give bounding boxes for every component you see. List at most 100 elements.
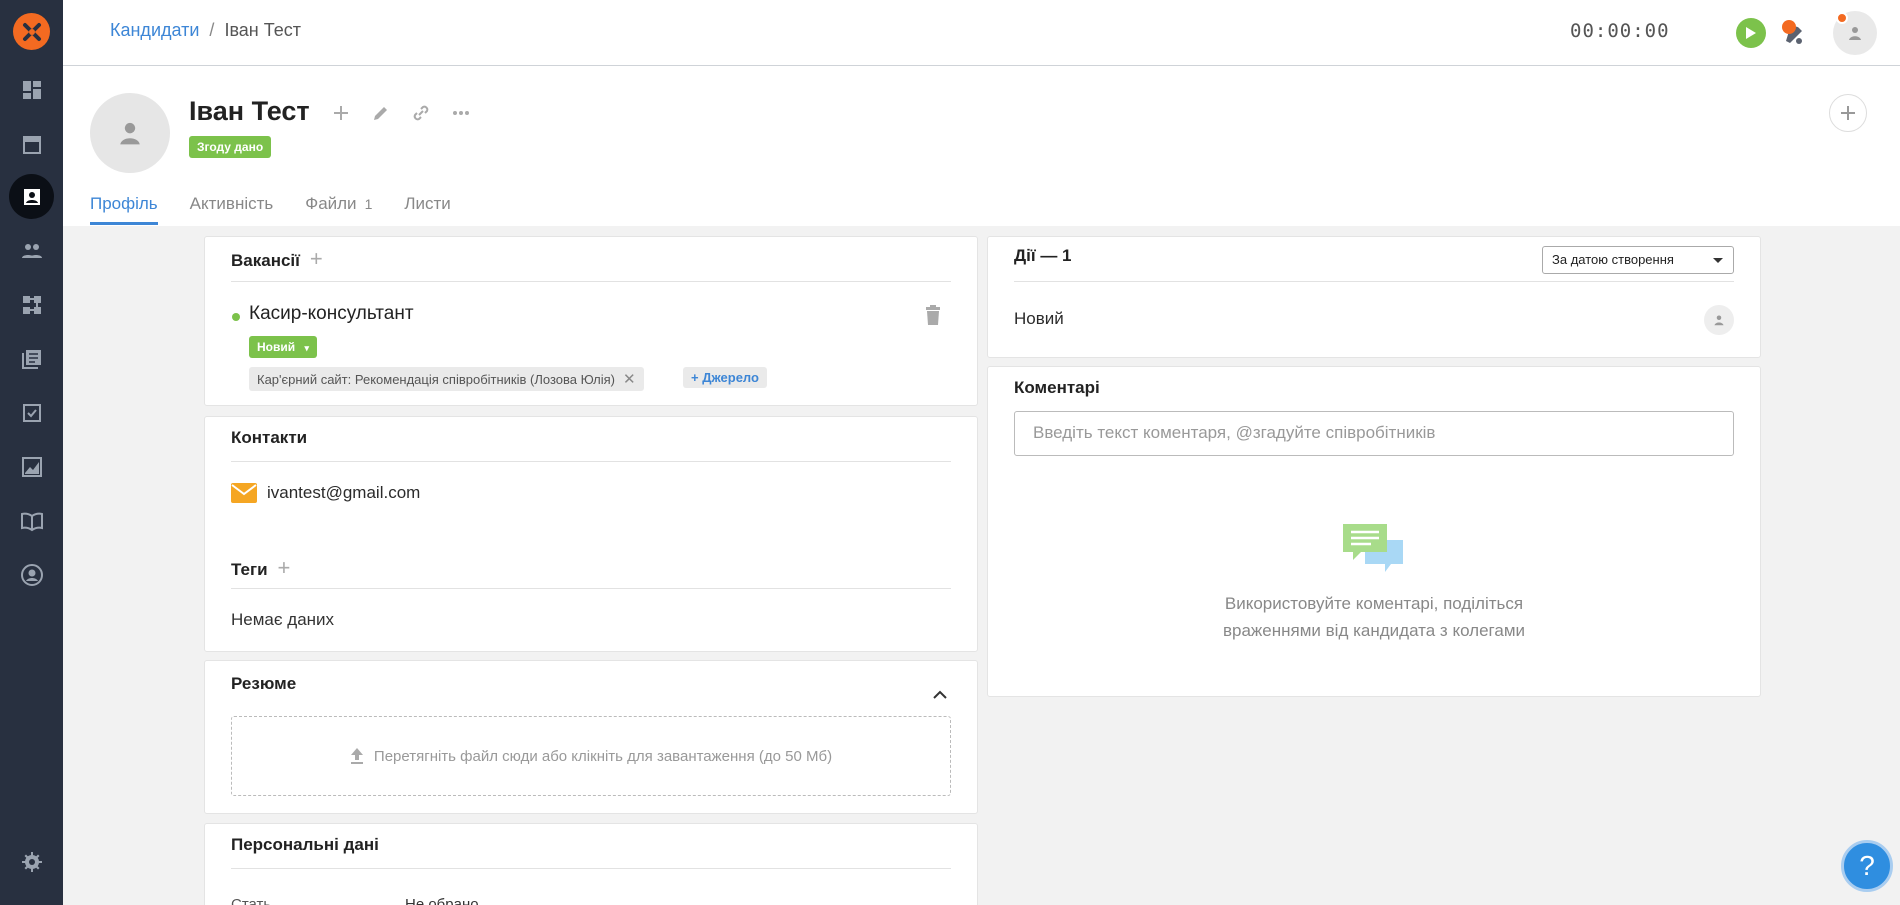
divider — [1014, 281, 1734, 282]
files-count: 1 — [364, 196, 373, 212]
tasks-icon[interactable] — [9, 390, 54, 435]
vacancies-title: Вакансії + — [231, 246, 323, 272]
calendar-icon[interactable] — [9, 121, 54, 166]
person-icon — [1849, 27, 1861, 40]
upload-hint: Перетягніть файл сюди або клікніть для з… — [373, 747, 833, 765]
divider — [231, 588, 951, 589]
pipeline-icon[interactable] — [9, 282, 54, 327]
divider — [231, 461, 951, 462]
candidate-actions — [330, 102, 472, 124]
tags-empty: Немає даних — [231, 610, 335, 629]
add-source-label: Джерело — [702, 370, 759, 385]
plus-icon — [1841, 106, 1855, 120]
candidate-name: Іван Тест — [189, 96, 310, 126]
add-icon[interactable] — [330, 102, 352, 124]
timer-play-button[interactable] — [1736, 18, 1766, 48]
empty-line-1: Використовуйте коментарі, поділіться — [1224, 594, 1524, 613]
vacancy-status-dropdown[interactable]: Новий ▾ — [249, 336, 318, 358]
tags-title: Теги + — [231, 555, 290, 581]
caret-down-icon — [1713, 258, 1723, 263]
vacancies-title-text: Вакансії — [231, 251, 300, 270]
plus-icon: + — [691, 370, 699, 385]
resume-upload-dropzone[interactable]: Перетягніть файл сюди або клікніть для з… — [231, 716, 951, 796]
gender-value[interactable]: Не обрано — [405, 896, 479, 905]
chevron-up-icon[interactable] — [933, 685, 947, 699]
timer-display: 00:00:00 — [1570, 20, 1670, 42]
more-dots-icon[interactable] — [450, 102, 472, 124]
chevron-down-icon: ▾ — [304, 343, 310, 353]
add-round-button[interactable] — [1829, 94, 1867, 132]
resume-card: Резюме Перетягніть файл сюди або клікніт… — [204, 660, 978, 814]
help-icon: ? — [1859, 850, 1875, 881]
mail-icon — [231, 483, 257, 503]
breadcrumb: Кандидати / Іван Тест — [110, 20, 301, 41]
user-status-dot — [1836, 12, 1848, 24]
profile-header: Іван Тест Згоду дано Профіль Активність … — [63, 66, 1900, 226]
breadcrumb-separator: / — [209, 20, 215, 40]
source-label: Кар'єрний сайт: Рекомендація співробітни… — [257, 371, 616, 387]
close-icon[interactable]: ✕ — [623, 370, 636, 388]
tab-label: Листи — [404, 194, 451, 213]
contacts-title: Контакти — [231, 428, 308, 447]
actions-card: Дії — 1 За датою створення Новий — [987, 236, 1761, 358]
sort-label: За датою створення — [1552, 252, 1674, 267]
comment-input[interactable]: Введіть текст коментаря, @згадуйте співр… — [1014, 411, 1734, 456]
help-button[interactable]: ? — [1841, 840, 1893, 892]
divider — [231, 281, 951, 282]
breadcrumb-candidates-link[interactable]: Кандидати — [110, 20, 199, 40]
empty-line-2: враженнями від кандидата з колегами — [1222, 621, 1525, 640]
logo-icon[interactable] — [13, 13, 50, 50]
knowledge-base-icon[interactable] — [9, 498, 54, 543]
sort-select[interactable]: За датою створення — [1542, 246, 1734, 274]
source-chip: Кар'єрний сайт: Рекомендація співробітни… — [249, 367, 644, 391]
analytics-icon[interactable] — [9, 444, 54, 489]
vacancy-status-dot — [232, 313, 240, 321]
team-icon[interactable] — [9, 228, 54, 273]
action-assignee-avatar[interactable] — [1704, 305, 1734, 335]
vacancy-status-label: Новий — [257, 340, 296, 354]
actions-title: Дії — 1 — [1014, 246, 1072, 265]
candidates-icon[interactable] — [9, 174, 54, 219]
comments-empty-state: Використовуйте коментарі, поділіться вра… — [988, 522, 1760, 644]
edit-pencil-icon[interactable] — [370, 102, 392, 124]
add-source-button[interactable]: + Джерело — [683, 367, 767, 388]
settings-icon[interactable] — [9, 839, 54, 884]
comments-title: Коментарі — [1014, 378, 1100, 397]
person-icon — [1714, 315, 1724, 326]
profile-tabs: Профіль Активність Файли 1 Листи — [90, 194, 451, 225]
breadcrumb-current: Іван Тест — [224, 20, 301, 40]
action-item[interactable]: Новий — [1014, 309, 1064, 329]
resume-title: Резюме — [231, 674, 297, 693]
tab-profile[interactable]: Профіль — [90, 194, 158, 225]
upload-icon — [350, 748, 363, 764]
personal-data-title: Персональні дані — [231, 835, 379, 854]
play-icon — [1746, 27, 1756, 39]
contacts-card: Контакти ivantest@gmail.com Теги + Немає … — [204, 416, 978, 652]
candidate-avatar[interactable] — [90, 93, 170, 173]
tab-label: Активність — [189, 194, 274, 213]
link-icon[interactable] — [410, 102, 432, 124]
account-icon[interactable] — [9, 552, 54, 597]
tab-label: Файли — [305, 194, 357, 213]
add-tag-icon[interactable]: + — [278, 555, 291, 580]
consent-badge: Згоду дано — [189, 136, 272, 158]
add-vacancy-icon[interactable]: + — [310, 246, 323, 271]
trash-icon[interactable] — [925, 305, 943, 325]
dashboard-icon[interactable] — [9, 67, 54, 112]
gender-label: Стать — [231, 896, 272, 905]
comments-card: Коментарі Введіть текст коментаря, @згад… — [987, 366, 1761, 697]
vacancy-name[interactable]: Касир-консультант — [249, 303, 414, 325]
tab-activity[interactable]: Активність — [190, 194, 274, 225]
personal-data-card: Персональні дані Стать Не обрано — [204, 823, 978, 905]
tab-files[interactable]: Файли 1 — [305, 194, 372, 225]
library-icon[interactable] — [9, 336, 54, 381]
tags-title-text: Теги — [231, 560, 268, 579]
tab-letters[interactable]: Листи — [404, 194, 450, 225]
sidebar — [0, 0, 63, 905]
email-row: ivantest@gmail.com — [231, 483, 420, 503]
vacancies-card: Вакансії + Касир-консультант Новий ▾ Кар'… — [204, 236, 978, 406]
chat-bubbles-icon — [1343, 524, 1403, 572]
person-icon — [120, 122, 140, 145]
email-link[interactable]: ivantest@gmail.com — [267, 483, 420, 503]
divider — [231, 868, 951, 869]
